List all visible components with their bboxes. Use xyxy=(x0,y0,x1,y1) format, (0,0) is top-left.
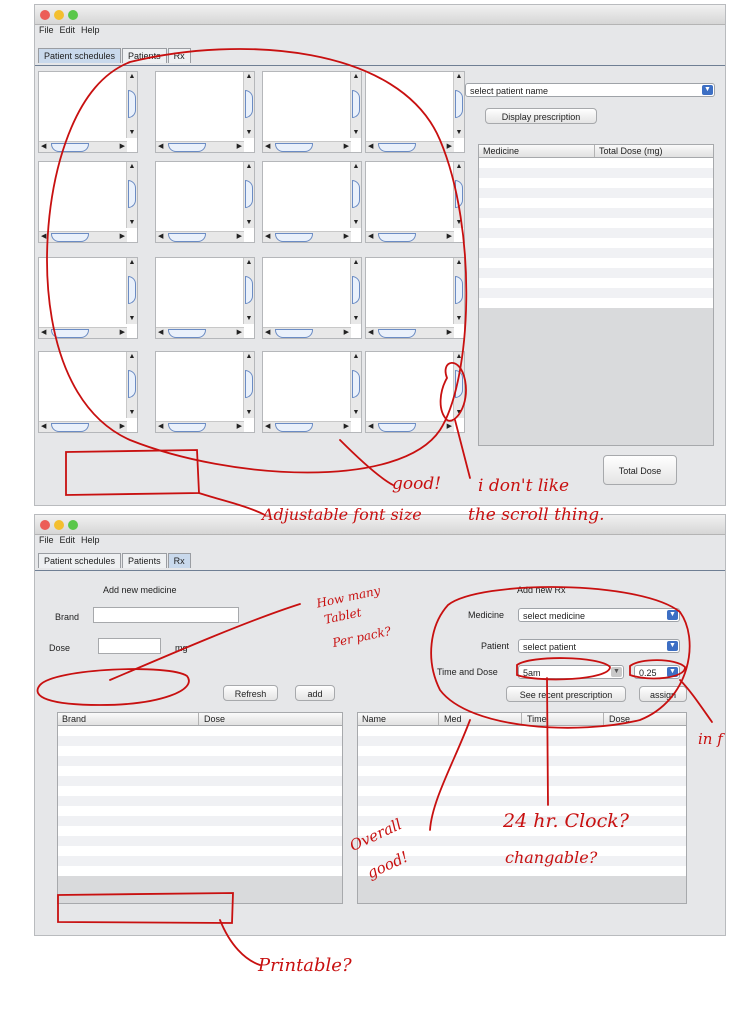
line-dose xyxy=(679,679,713,723)
line-tablets xyxy=(109,603,301,681)
line-printable xyxy=(219,919,261,966)
annotation-scroll-thing: the scroll thing. xyxy=(468,505,605,525)
line-good xyxy=(339,439,394,486)
line-scroll-thing xyxy=(454,419,471,479)
line-clock xyxy=(546,677,549,806)
annotation-adjustable-font: Adjustable font size xyxy=(262,505,422,524)
oval-tablets xyxy=(36,668,190,706)
annotation-24hr-clock: 24 hr. Clock? xyxy=(503,810,629,832)
circle-schedule-grid xyxy=(46,48,468,474)
line-overall xyxy=(429,719,471,831)
circle-time xyxy=(516,657,611,681)
circle-dose xyxy=(629,659,686,680)
circle-scroll-thing xyxy=(439,362,467,422)
box-printable xyxy=(57,892,234,924)
line-font-size xyxy=(198,492,266,516)
annotation-good: good! xyxy=(392,474,442,494)
annotation-printable: Printable? xyxy=(258,955,352,976)
annotation-dont-like: i don't like xyxy=(478,476,570,496)
annotation-changeable: changable? xyxy=(505,848,598,867)
annotation-in-f: in f xyxy=(698,730,723,748)
